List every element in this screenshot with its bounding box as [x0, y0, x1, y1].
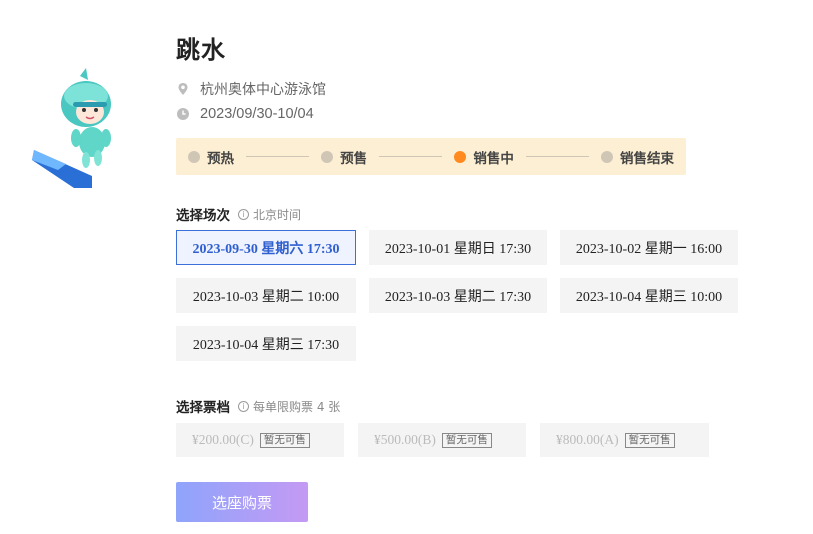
- progress-step-presale: 预售: [321, 147, 367, 167]
- progress-step-preheat: 预热: [188, 147, 234, 167]
- step-dot: [188, 150, 200, 163]
- date-row: 2023/09/30-10/04: [176, 106, 314, 122]
- info-icon: i: [238, 400, 249, 412]
- ticket-option-b[interactable]: ¥500.00(B) 暂无可售: [358, 423, 526, 457]
- session-option[interactable]: 2023-10-04 星期三 17:30: [176, 326, 356, 361]
- session-option[interactable]: 2023-10-02 星期一 16:00: [560, 230, 738, 265]
- event-title: 跳水: [176, 36, 226, 64]
- ticket-section-label: 选择票档 i 每单限购票 4 张: [176, 398, 341, 417]
- info-icon: i: [238, 208, 249, 220]
- progress-step-on-sale: 销售中: [454, 147, 514, 167]
- ticket-option-c[interactable]: ¥200.00(C) 暂无可售: [176, 423, 344, 457]
- progress-connector: [246, 156, 310, 157]
- venue-text: 杭州奥体中心游泳馆: [200, 82, 326, 98]
- ticket-option-a[interactable]: ¥800.00(A) 暂无可售: [540, 423, 709, 457]
- sold-out-tag: 暂无可售: [259, 432, 310, 448]
- session-option[interactable]: 2023-10-01 星期日 17:30: [369, 230, 547, 265]
- progress-connector: [379, 156, 443, 157]
- step-dot: [601, 150, 614, 163]
- ticket-options: ¥200.00(C) 暂无可售 ¥500.00(B) 暂无可售 ¥800.00(…: [176, 423, 723, 457]
- session-option[interactable]: 2023-10-03 星期二 17:30: [369, 278, 547, 313]
- session-timezone-hint: i 北京时间: [238, 206, 301, 223]
- diving-mascot-icon: [32, 68, 111, 188]
- progress-step-sale-ended: 销售结束: [601, 147, 674, 167]
- location-pin-icon: [176, 82, 190, 96]
- session-section-label: 选择场次 i 北京时间: [176, 206, 302, 225]
- clock-icon: [176, 107, 190, 121]
- sold-out-tag: 暂无可售: [624, 432, 675, 448]
- session-option[interactable]: 2023-10-04 星期三 10:00: [560, 278, 738, 313]
- sold-out-tag: 暂无可售: [441, 432, 492, 448]
- session-option-selected[interactable]: 2023-09-30 星期六 17:30: [176, 230, 356, 265]
- event-mascot-image: [28, 62, 152, 202]
- step-dot: [321, 150, 334, 163]
- progress-connector: [525, 156, 590, 157]
- session-options: 2023-09-30 星期六 17:30 2023-10-01 星期日 17:3…: [176, 230, 756, 361]
- step-dot-active: [454, 150, 467, 163]
- select-seat-buy-button[interactable]: 选座购票: [176, 482, 308, 522]
- date-range-text: 2023/09/30-10/04: [200, 106, 314, 122]
- ticket-limit-hint: i 每单限购票 4 张: [238, 398, 340, 415]
- sale-progress-bar: 预热 预售 销售中 销售结束: [176, 138, 686, 175]
- venue-row: 杭州奥体中心游泳馆: [176, 79, 326, 99]
- session-option[interactable]: 2023-10-03 星期二 10:00: [176, 278, 356, 313]
